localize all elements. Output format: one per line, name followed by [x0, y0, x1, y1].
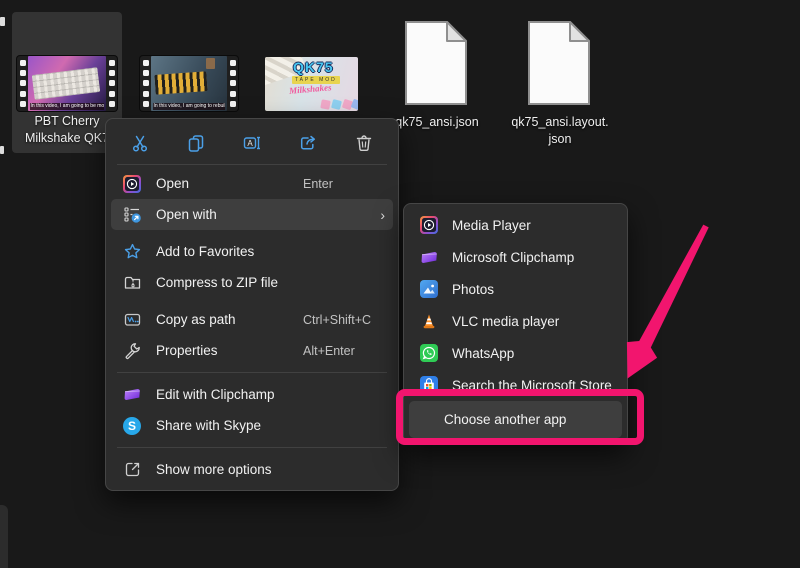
media-player-icon: [122, 174, 142, 194]
zip-folder-icon: [122, 273, 142, 293]
video-caption: In this video, I am going to be modding: [30, 103, 105, 110]
share-button[interactable]: [296, 131, 320, 155]
submenu-item-clipchamp[interactable]: Microsoft Clipchamp: [409, 241, 622, 273]
video-thumbnail-2[interactable]: In this video, I am going to rebuild my: [140, 56, 238, 111]
submenu-item-whatsapp[interactable]: WhatsApp: [409, 337, 622, 369]
cut-button[interactable]: [128, 131, 152, 155]
menu-separator: [117, 447, 387, 448]
whatsapp-icon: [419, 343, 439, 363]
open-with-submenu: Media Player Microsoft Clipchamp: [403, 203, 628, 444]
vlc-cone-icon: [419, 311, 439, 331]
menu-item-copy-as-path[interactable]: Copy as path Ctrl+Shift+C: [111, 304, 393, 335]
menu-item-open-with[interactable]: Open with ›: [111, 199, 393, 230]
open-with-icon: [122, 205, 142, 225]
menu-item-open[interactable]: Open Enter: [111, 168, 393, 199]
photos-icon: [419, 279, 439, 299]
filmstrip-holes: [140, 56, 151, 111]
video-caption: In this video, I am going to rebuild my: [153, 103, 226, 110]
copy-button[interactable]: [184, 131, 208, 155]
menu-item-add-favorites[interactable]: Add to Favorites: [111, 236, 393, 267]
rename-button[interactable]: A: [240, 131, 264, 155]
desktop-explorer-background: In this video, I am going to be modding …: [0, 0, 800, 568]
file-label-json-1: qk75_ansi.json: [385, 114, 489, 131]
video-frame-1: In this video, I am going to be modding: [28, 56, 106, 111]
wrench-icon: [122, 341, 142, 361]
menu-item-show-more-options[interactable]: Show more options: [111, 454, 393, 485]
submenu-item-photos[interactable]: Photos: [409, 273, 622, 305]
shortcut-label: Ctrl+Shift+C: [303, 313, 385, 327]
copy-path-icon: [122, 310, 142, 330]
share-icon: [298, 133, 318, 153]
clipped-filmstrip-fragment: [0, 146, 4, 154]
svg-text:A: A: [247, 139, 253, 148]
file-label-json-2: qk75_ansi.layout. json: [504, 114, 616, 148]
submenu-item-vlc[interactable]: VLC media player: [409, 305, 622, 337]
trash-icon: [354, 133, 374, 153]
scissors-icon: [130, 133, 150, 153]
menu-separator: [117, 372, 387, 373]
clipped-filmstrip-fragment: [0, 17, 5, 26]
skype-icon: S: [122, 416, 142, 436]
show-more-options-icon: [122, 460, 142, 480]
menu-separator: [117, 164, 387, 165]
desk-object: [206, 58, 215, 69]
window-edge-strip: [0, 505, 8, 568]
menu-item-properties[interactable]: Properties Alt+Enter: [111, 335, 393, 366]
star-icon: [122, 242, 142, 262]
video-thumbnail-3[interactable]: QK75 TAPE MOD Milkshakes: [265, 57, 358, 111]
clipchamp-icon: [122, 385, 142, 405]
delete-button[interactable]: [352, 131, 376, 155]
submenu-item-search-store[interactable]: Search the Microsoft Store: [409, 369, 622, 401]
chevron-right-icon: ›: [380, 207, 385, 223]
arrow-icon: [627, 225, 709, 379]
filmstrip-holes: [227, 56, 238, 111]
context-menu: A: [105, 118, 399, 491]
keycap-decoration: [320, 99, 330, 109]
filmstrip-holes: [106, 56, 117, 111]
clipchamp-icon: [419, 247, 439, 267]
json-file-icon[interactable]: [405, 21, 467, 105]
quick-actions-row: A: [111, 124, 393, 161]
keycap-decoration: [331, 99, 342, 110]
video-frame-2: In this video, I am going to rebuild my: [151, 56, 227, 111]
keyboard-image: [154, 71, 207, 95]
submenu-item-choose-another-app[interactable]: Choose another app: [409, 401, 622, 438]
menu-item-share-skype[interactable]: S Share with Skype: [111, 410, 393, 441]
thumbnail-script-text: Milkshakes: [289, 82, 332, 96]
shortcut-label: Enter: [303, 177, 385, 191]
menu-item-compress-zip[interactable]: Compress to ZIP file: [111, 267, 393, 298]
menu-item-edit-clipchamp[interactable]: Edit with Clipchamp: [111, 379, 393, 410]
media-player-icon: [419, 215, 439, 235]
submenu-item-media-player[interactable]: Media Player: [409, 209, 622, 241]
rename-icon: A: [242, 133, 262, 153]
json-file-icon[interactable]: [528, 21, 590, 105]
shortcut-label: Alt+Enter: [303, 344, 385, 358]
video-thumbnail-1[interactable]: In this video, I am going to be modding: [17, 56, 117, 111]
thumbnail-title-text: QK75: [293, 59, 334, 75]
copy-icon: [186, 133, 206, 153]
filmstrip-holes: [17, 56, 28, 111]
microsoft-store-icon: [419, 375, 439, 395]
